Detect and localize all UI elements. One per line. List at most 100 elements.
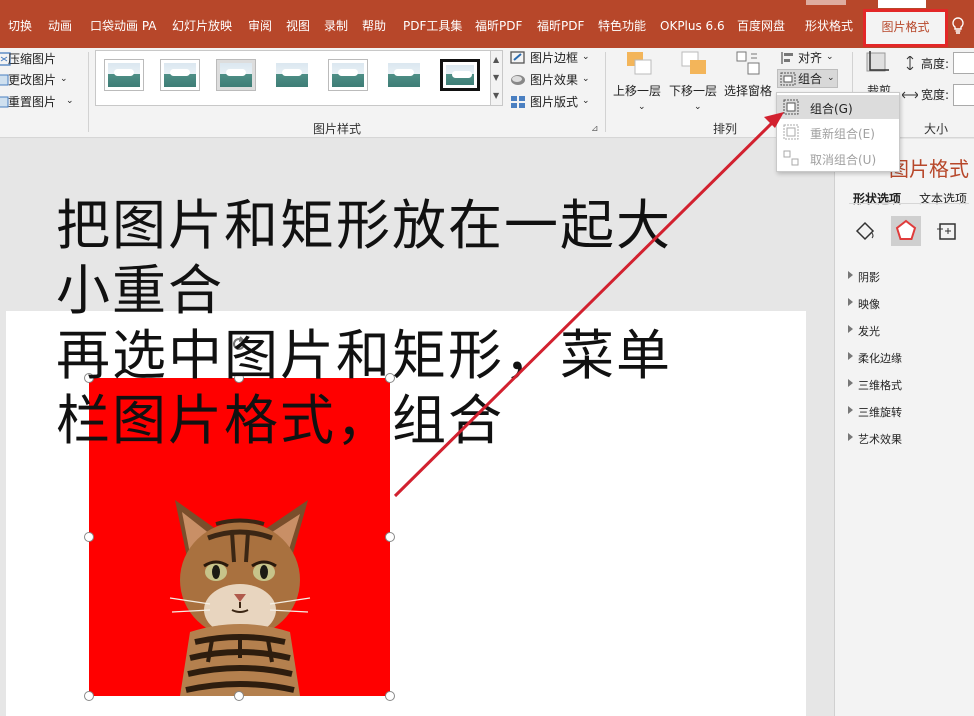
tab-baidu-disk[interactable]: 百度网盘 bbox=[737, 18, 785, 34]
size-properties-icon[interactable] bbox=[935, 219, 959, 243]
tab-pocket-anim[interactable]: 口袋动画 PA bbox=[90, 18, 157, 34]
tab-review[interactable]: 审阅 bbox=[248, 18, 272, 34]
tab-picture-format[interactable]: 图片格式 bbox=[863, 9, 948, 47]
chevron-down-icon[interactable]: ⌄ bbox=[60, 72, 68, 86]
chevron-down-icon[interactable]: ⌄ bbox=[66, 94, 74, 108]
chevron-down-icon[interactable]: ⌄ bbox=[826, 50, 834, 64]
crop-icon bbox=[866, 51, 889, 72]
selection-pane-icon bbox=[736, 51, 760, 75]
resize-handle[interactable] bbox=[234, 691, 244, 701]
section-3d-format[interactable]: 三维格式 bbox=[848, 377, 902, 393]
instruction-line: 小重合 bbox=[56, 259, 224, 322]
pane-title: 图片格式 bbox=[889, 157, 969, 181]
reset-picture-button[interactable]: 重置图片 bbox=[8, 95, 56, 109]
tab-foxit-pdf-2[interactable]: 福昕PDF bbox=[537, 18, 584, 34]
chevron-down-icon[interactable]: ⌄ bbox=[582, 94, 590, 108]
chevron-down-icon[interactable]: ▼ bbox=[493, 73, 499, 82]
resize-handle[interactable] bbox=[385, 532, 395, 542]
gallery-scroll[interactable]: ▲ ▼ ▼ bbox=[491, 50, 503, 106]
tab-text-options[interactable]: 文本选项 bbox=[919, 190, 967, 207]
group-icon bbox=[783, 99, 799, 115]
chevron-right-icon bbox=[848, 433, 853, 441]
section-shadow[interactable]: 阴影 bbox=[848, 269, 880, 285]
section-glow[interactable]: 发光 bbox=[848, 323, 880, 339]
effects-tab[interactable] bbox=[891, 216, 921, 246]
instruction-line: 再选中图片和矩形，菜单 bbox=[56, 324, 672, 387]
tab-shape-options[interactable]: 形状选项 bbox=[853, 190, 901, 207]
instruction-line: 把图片和矩形放在一起大 bbox=[56, 194, 672, 257]
height-label: 高度: bbox=[921, 57, 950, 71]
instruction-line: 栏图片格式，组合 bbox=[56, 389, 504, 452]
tab-animations[interactable]: 动画 bbox=[48, 18, 72, 34]
powerpoint-window: 切换 动画 口袋动画 PA 幻灯片放映 审阅 视图 录制 帮助 PDF工具集 福… bbox=[0, 0, 974, 716]
width-field[interactable] bbox=[953, 84, 974, 106]
picture-effects-button[interactable]: 图片效果 bbox=[530, 73, 578, 87]
pane-divider bbox=[849, 203, 969, 204]
chevron-right-icon bbox=[848, 271, 853, 279]
section-3d-rotation[interactable]: 三维旋转 bbox=[848, 404, 902, 420]
instruction-text: 把图片和矩形放在一起大 小重合 再选中图片和矩形，菜单 栏图片格式，组合 bbox=[56, 193, 816, 453]
picture-border-button[interactable]: 图片边框 bbox=[530, 51, 578, 65]
tab-record[interactable]: 录制 bbox=[324, 18, 348, 34]
group-divider bbox=[605, 52, 606, 132]
menu-item-group[interactable]: 组合(G) bbox=[777, 95, 899, 119]
menu-item-ungroup: 取消组合(U) bbox=[777, 146, 899, 170]
selection-pane-button[interactable]: 选择窗格 bbox=[724, 84, 772, 98]
more-icon[interactable]: ▼ bbox=[493, 91, 499, 100]
tab-view[interactable]: 视图 bbox=[286, 18, 310, 34]
tab-slideshow[interactable]: 幻灯片放映 bbox=[172, 18, 232, 34]
bring-forward-button[interactable]: 上移一层 bbox=[613, 84, 661, 98]
style-thumb[interactable] bbox=[272, 59, 312, 91]
tab-pdf-tools[interactable]: PDF工具集 bbox=[403, 18, 462, 34]
send-backward-icon bbox=[681, 51, 706, 74]
resize-handle[interactable] bbox=[385, 691, 395, 701]
picture-styles-group-label: 图片样式 bbox=[313, 122, 362, 136]
style-thumb[interactable] bbox=[384, 59, 424, 91]
title-bar-remnant bbox=[806, 0, 846, 5]
lightbulb-icon[interactable] bbox=[950, 17, 966, 35]
group-button[interactable]: 组合 ⌄ bbox=[777, 69, 838, 88]
tab-shape-format[interactable]: 形状格式 bbox=[805, 18, 853, 34]
picture-layout-button[interactable]: 图片版式 bbox=[530, 95, 578, 109]
style-thumb[interactable] bbox=[216, 59, 256, 91]
section-reflection[interactable]: 映像 bbox=[848, 296, 880, 312]
send-backward-button[interactable]: 下移一层 bbox=[669, 84, 717, 98]
section-soft-edges[interactable]: 柔化边缘 bbox=[848, 350, 902, 366]
resize-handle[interactable] bbox=[84, 532, 94, 542]
compress-picture-button[interactable]: 压缩图片 bbox=[8, 52, 56, 66]
tab-transitions[interactable]: 切换 bbox=[8, 18, 32, 34]
chevron-down-icon[interactable]: ⌄ bbox=[694, 100, 702, 114]
chevron-down-icon[interactable]: ⌄ bbox=[582, 72, 590, 86]
tab-okplus[interactable]: OKPlus 6.6 bbox=[660, 18, 725, 34]
cat-picture[interactable] bbox=[150, 492, 320, 696]
tab-features[interactable]: 特色功能 bbox=[598, 18, 646, 34]
picture-layout-icon bbox=[511, 96, 525, 108]
align-button[interactable]: 对齐 bbox=[798, 51, 822, 65]
tab-foxit-pdf-1[interactable]: 福昕PDF bbox=[475, 18, 522, 34]
chevron-down-icon[interactable]: ⌄ bbox=[638, 100, 646, 114]
arrange-group-label: 排列 bbox=[713, 122, 738, 136]
style-thumb[interactable] bbox=[328, 59, 368, 91]
fill-line-icon[interactable] bbox=[853, 219, 877, 243]
height-icon bbox=[906, 56, 914, 70]
title-bar-remnant bbox=[878, 0, 926, 8]
chevron-right-icon bbox=[848, 406, 853, 414]
picture-effects-icon bbox=[511, 75, 525, 85]
section-artistic-effects[interactable]: 艺术效果 bbox=[848, 431, 902, 447]
group-dropdown-menu: 组合(G) 重新组合(E) 取消组合(U) bbox=[776, 92, 900, 172]
height-field[interactable] bbox=[953, 52, 974, 74]
group-icon bbox=[780, 72, 796, 86]
style-thumb[interactable] bbox=[104, 59, 144, 91]
picture-border-icon bbox=[510, 51, 525, 64]
chevron-down-icon[interactable]: ⌄ bbox=[582, 50, 590, 64]
ungroup-icon bbox=[783, 150, 799, 166]
bring-forward-icon bbox=[627, 52, 652, 75]
chevron-up-icon[interactable]: ▲ bbox=[493, 55, 499, 64]
style-thumb-selected[interactable] bbox=[440, 59, 480, 91]
tab-help[interactable]: 帮助 bbox=[362, 18, 386, 34]
resize-handle[interactable] bbox=[84, 691, 94, 701]
chevron-right-icon bbox=[848, 352, 853, 360]
style-thumb[interactable] bbox=[160, 59, 200, 91]
dialog-launcher-icon[interactable]: ⊿ bbox=[591, 122, 599, 136]
change-picture-button[interactable]: 更改图片 bbox=[8, 73, 56, 87]
